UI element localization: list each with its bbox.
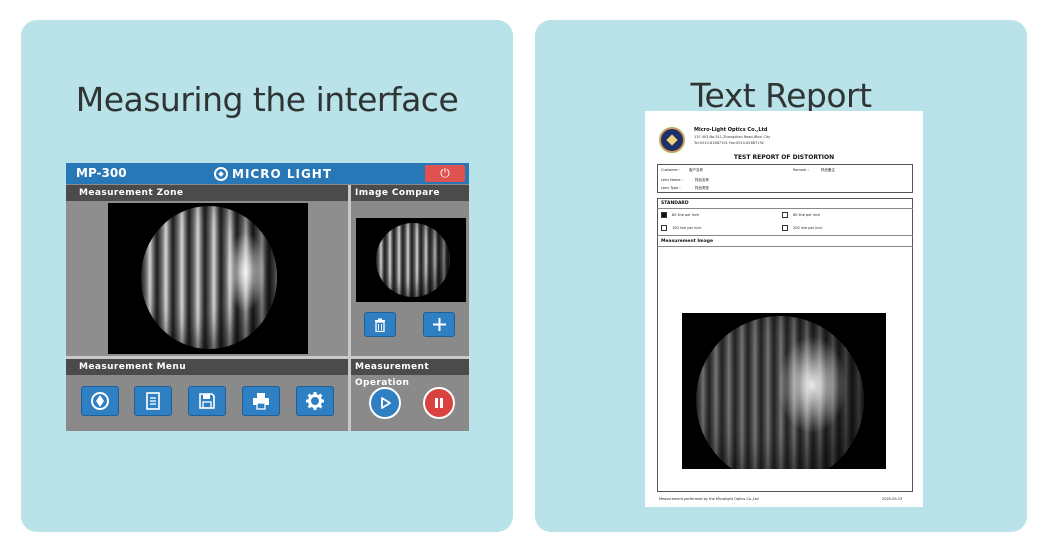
lens-type-label: Lens Type : <box>661 186 681 190</box>
image-compare-header: Image Compare <box>351 185 469 201</box>
print-icon <box>253 393 269 410</box>
power-button[interactable]: ⏻ <box>425 165 465 182</box>
checkbox-100-line <box>661 225 667 231</box>
document-icon <box>146 392 160 410</box>
vertical-divider <box>348 185 351 431</box>
add-button[interactable] <box>423 312 455 337</box>
print-button[interactable] <box>242 386 280 416</box>
logo-icon <box>91 392 109 410</box>
company-logo-icon <box>659 127 685 153</box>
options-divider <box>657 235 913 236</box>
report-button[interactable] <box>134 386 172 416</box>
interface-panel-title: Measuring the interface <box>75 80 459 119</box>
report-document: Micro-Light Optics Co.,Ltd 11F-403,No.51… <box>645 111 923 507</box>
customer-label: Customer : <box>661 168 681 172</box>
trash-icon <box>375 318 385 332</box>
brand-name: MICRO LIGHT <box>232 167 333 181</box>
brand-label: MICRO LIGHT <box>214 166 332 182</box>
save-button[interactable] <box>188 386 226 416</box>
report-footer-date: 2020-09-23 <box>882 497 903 501</box>
pause-button[interactable] <box>423 387 455 419</box>
lens-type-value: 样品类型 <box>695 186 709 190</box>
save-icon <box>199 393 215 409</box>
lens-name-value: 样品名称 <box>695 178 709 182</box>
measurement-zone-header: Measurement Zone <box>66 185 348 201</box>
checkbox-200-line <box>782 225 788 231</box>
measurement-menu-header: Measurement Menu <box>66 359 348 375</box>
company-address: 11F-403,No.511,Zhongshan Road,Wuxi City <box>694 135 771 139</box>
remark-value: 样品备注 <box>821 168 835 172</box>
remark-label: Remark : <box>793 168 809 172</box>
lens-name-label: Lens Name : <box>661 178 683 182</box>
company-name: Micro-Light Optics Co.,Ltd <box>694 127 768 133</box>
gear-icon <box>306 392 324 410</box>
standard-divider <box>657 208 913 209</box>
delete-button[interactable] <box>364 312 396 337</box>
plus-icon <box>432 318 446 331</box>
option-100-line: 100 line per inch <box>672 226 702 230</box>
interface-panel: Measuring the interface MP-300 MICRO LIG… <box>21 20 513 532</box>
image-divider <box>657 246 913 247</box>
settings-button[interactable] <box>296 386 334 416</box>
checkbox-60-line <box>782 212 788 218</box>
brand-logo-icon <box>214 167 228 181</box>
home-button[interactable] <box>81 386 119 416</box>
device-screen: MP-300 MICRO LIGHT ⏻ Measurement Zone Im… <box>66 163 469 431</box>
report-footer-left: Measurement performed by the Microlight … <box>659 497 759 501</box>
play-icon <box>381 397 391 409</box>
report-panel: Text Report Micro-Light Optics Co.,Ltd 1… <box>535 20 1027 532</box>
pause-icon <box>435 398 443 408</box>
measurement-zone <box>66 201 348 356</box>
compare-pattern-image <box>376 223 450 297</box>
report-panel-title: Text Report <box>690 76 872 115</box>
interference-pattern-image <box>141 206 277 349</box>
company-tel: Tel:0510-81887191 Fax:0510-81887192 <box>694 141 765 145</box>
option-200-line: 200 line per inch <box>793 226 823 230</box>
standard-label: STANDARD <box>661 201 689 206</box>
measurement-image <box>682 313 886 469</box>
option-80-line: 80 line per inch <box>672 213 700 217</box>
option-60-line: 60 line per inch <box>793 213 821 217</box>
model-label: MP-300 <box>76 166 127 180</box>
compare-view <box>356 218 466 302</box>
power-icon: ⏻ <box>440 166 450 180</box>
top-bar: MP-300 MICRO LIGHT ⏻ <box>66 163 469 184</box>
checkbox-80-line <box>661 212 667 218</box>
report-pattern-image <box>696 316 864 469</box>
measurement-operation-header: Measurement Operation <box>351 359 469 388</box>
report-title: TEST REPORT OF DISTORTION <box>733 154 835 161</box>
customer-value: 客户名称 <box>689 168 703 172</box>
measurement-view <box>108 203 308 354</box>
measurement-image-label: Measurement Image <box>661 239 714 244</box>
start-button[interactable] <box>369 387 401 419</box>
